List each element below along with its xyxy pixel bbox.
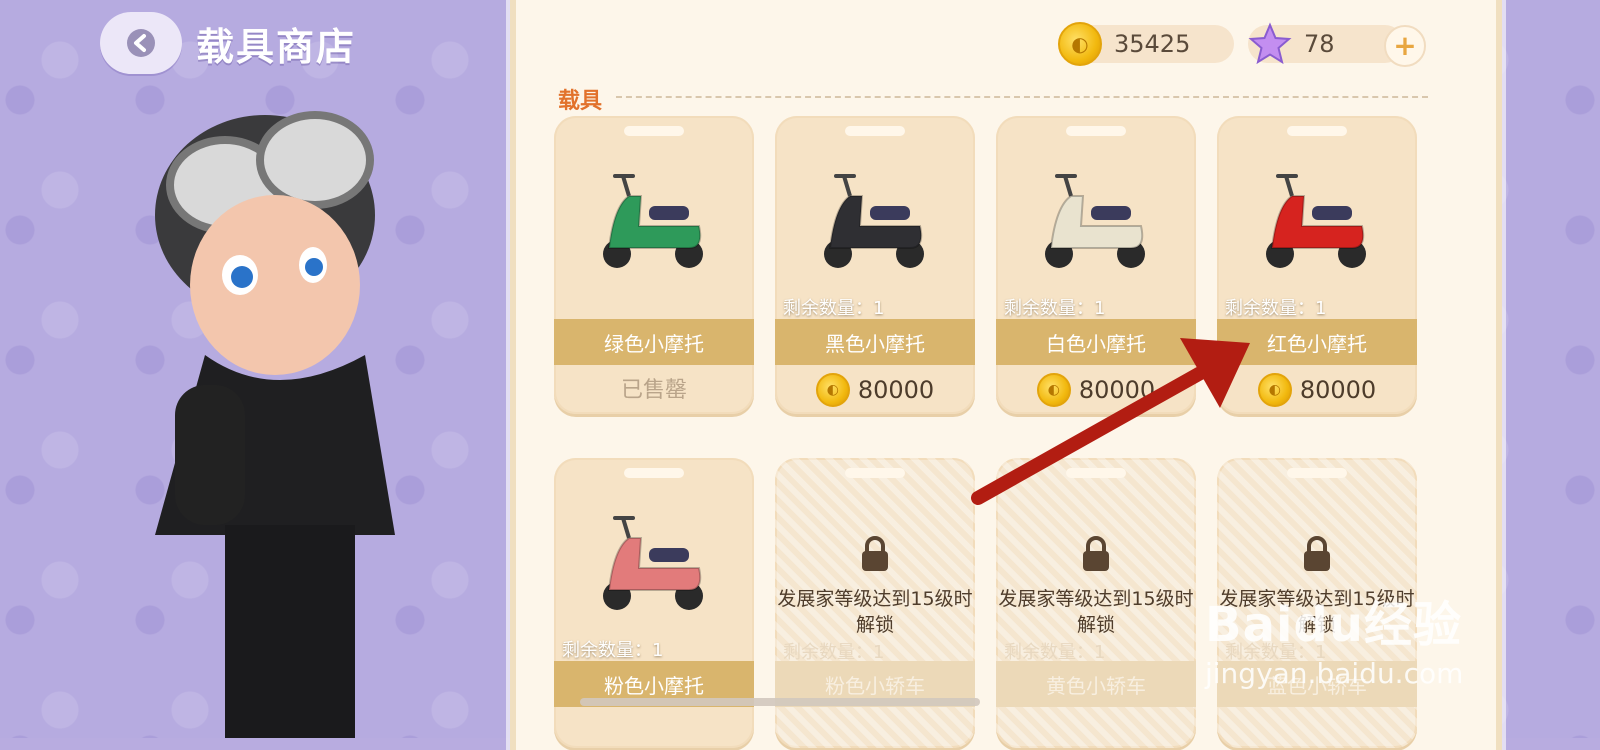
- watermark-brand: Baidu经验: [1205, 597, 1462, 653]
- card-hanger: [1066, 468, 1126, 478]
- price-button[interactable]: ◐ 80000: [1217, 372, 1417, 408]
- card-hanger: [1287, 468, 1347, 478]
- section-divider: [616, 96, 1428, 98]
- vehicle-name: 红色小摩托: [1217, 319, 1417, 365]
- price-value: 80000: [1078, 376, 1156, 404]
- price-button[interactable]: ◐ 80000: [775, 372, 975, 408]
- coin-balance: ◐ 35425: [1058, 22, 1234, 66]
- watermark: Baidu经验 jingyan.baidu.com: [1205, 585, 1463, 690]
- unlock-requirement: 发展家等级达到15级时解锁: [998, 588, 1194, 636]
- vehicle-card[interactable]: 剩余数量：1 红色小摩托 ◐ 80000: [1217, 116, 1417, 414]
- section-title: 载具: [558, 89, 603, 114]
- white-scooter-image: [996, 156, 1196, 296]
- lock-icon: [1083, 536, 1109, 571]
- sold-out-label: 已售罄: [620, 378, 687, 403]
- price-value: 80000: [1299, 376, 1377, 404]
- price-value: 80000: [857, 376, 935, 404]
- back-arrow-icon: [127, 29, 155, 57]
- card-hanger: [624, 468, 684, 478]
- back-button[interactable]: [100, 12, 182, 74]
- red-scooter-image: [1217, 156, 1417, 296]
- vehicle-name: 黄色小轿车: [996, 661, 1196, 707]
- vehicle-card[interactable]: 绿色小摩托 已售罄: [554, 116, 754, 414]
- coin-icon: ◐: [815, 373, 850, 407]
- card-hanger: [845, 468, 905, 478]
- card-hanger: [845, 126, 905, 136]
- green-scooter-image: [554, 156, 754, 296]
- remaining-quantity: 剩余数量：1: [1004, 298, 1106, 319]
- vehicle-name: 白色小摩托: [996, 319, 1196, 365]
- coin-icon: ◐: [1036, 373, 1071, 407]
- star-balance: 78 +: [1248, 22, 1426, 67]
- vehicle-card[interactable]: 剩余数量：1 白色小摩托 ◐ 80000: [996, 116, 1196, 414]
- star-amount: 78: [1304, 30, 1335, 58]
- locked-vehicle-card[interactable]: 发展家等级达到15级时解锁 剩余数量：1 黄色小轿车: [996, 458, 1196, 748]
- pink-scooter-image: [554, 498, 754, 638]
- remaining-quantity: 剩余数量：1: [783, 298, 885, 319]
- unlock-requirement: 发展家等级达到15级时解锁: [777, 588, 973, 636]
- star-icon: [1248, 22, 1292, 65]
- home-indicator[interactable]: [580, 698, 980, 706]
- player-avatar: [155, 111, 395, 738]
- card-hanger: [1066, 126, 1126, 136]
- lock-icon: [862, 536, 888, 571]
- vehicle-card[interactable]: 剩余数量：1 黑色小摩托 ◐ 80000: [775, 116, 975, 414]
- remaining-quantity: 剩余数量：1: [562, 640, 664, 661]
- price-button[interactable]: ◐ 80000: [996, 372, 1196, 408]
- card-hanger: [1287, 126, 1347, 136]
- vehicle-name: 绿色小摩托: [554, 319, 754, 365]
- page-title: 载具商店: [196, 24, 357, 69]
- top-bar: 载具商店: [100, 12, 356, 74]
- coin-amount: 35425: [1114, 30, 1191, 58]
- card-hanger: [624, 126, 684, 136]
- watermark-url: jingyan.baidu.com: [1205, 657, 1464, 690]
- coin-icon: ◐: [1058, 22, 1102, 66]
- lock-icon: [1304, 536, 1330, 571]
- vehicle-name: 黑色小摩托: [775, 319, 975, 365]
- black-scooter-image: [775, 156, 975, 296]
- add-stars-button[interactable]: +: [1384, 25, 1426, 67]
- coin-icon: ◐: [1257, 373, 1292, 407]
- remaining-quantity: 剩余数量：1: [1225, 298, 1327, 319]
